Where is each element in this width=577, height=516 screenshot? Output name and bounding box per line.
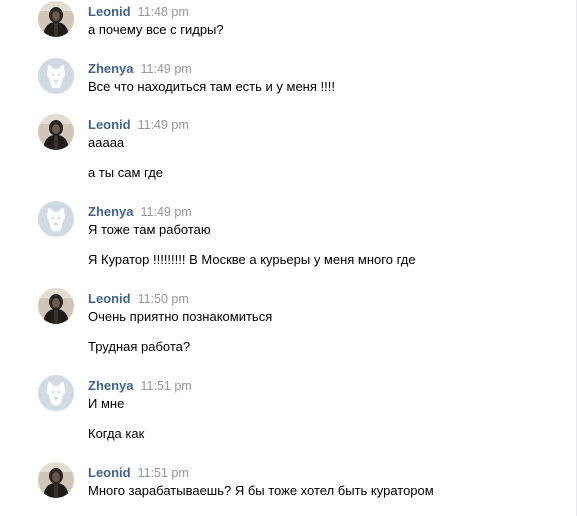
message-time[interactable]: 11:51 pm: [141, 379, 192, 393]
author-name[interactable]: Zhenya: [88, 61, 134, 76]
message-time[interactable]: 11:51 pm: [138, 466, 189, 480]
message-text: ааааа: [88, 135, 125, 150]
default-dog-avatar-icon: [38, 375, 74, 411]
user-photo-icon: [38, 462, 74, 498]
avatar-zhenya[interactable]: [38, 201, 74, 237]
message-text: Я Куратор !!!!!!!!! В Москве а курьеры у…: [88, 252, 416, 267]
avatar-leonid[interactable]: [38, 288, 74, 324]
message-text: Трудная работа?: [88, 339, 191, 354]
message-time[interactable]: 11:48 pm: [138, 5, 189, 19]
author-name[interactable]: Leonid: [88, 4, 131, 19]
author-name[interactable]: Zhenya: [88, 204, 134, 219]
message-time[interactable]: 11:49 pm: [138, 118, 189, 132]
message-text: И мне: [88, 396, 125, 411]
message-text: Очень приятно познакомиться: [88, 309, 273, 324]
chat-history: Leonid 11:48 pm а почему все с гидры? Zhe…: [0, 0, 577, 516]
message-text: Много зарабатываешь? Я бы тоже хотел быт…: [88, 483, 434, 498]
author-name[interactable]: Zhenya: [88, 378, 134, 393]
message-text: Когда как: [88, 426, 145, 441]
user-photo-icon: [38, 288, 74, 324]
message-text: а почему все с гидры?: [88, 22, 224, 37]
author-name[interactable]: Leonid: [88, 291, 131, 306]
message-time[interactable]: 11:49 pm: [141, 205, 192, 219]
user-photo-icon: [38, 1, 74, 37]
avatar-leonid[interactable]: [38, 114, 74, 150]
message-text: Все что находиться там есть и у меня !!!…: [88, 79, 335, 94]
message-time[interactable]: 11:49 pm: [141, 62, 192, 76]
author-name[interactable]: Leonid: [88, 465, 131, 480]
user-photo-icon: [38, 114, 74, 150]
author-name[interactable]: Leonid: [88, 117, 131, 132]
default-dog-avatar-icon: [38, 58, 74, 94]
avatar-zhenya[interactable]: [38, 375, 74, 411]
message-text: а ты сам где: [88, 165, 164, 180]
avatar-zhenya[interactable]: [38, 58, 74, 94]
message-time[interactable]: 11:50 pm: [138, 292, 189, 306]
avatar-leonid[interactable]: [38, 1, 74, 37]
default-dog-avatar-icon: [38, 201, 74, 237]
message-text: Я тоже там работаю: [88, 222, 211, 237]
avatar-leonid[interactable]: [38, 462, 74, 498]
